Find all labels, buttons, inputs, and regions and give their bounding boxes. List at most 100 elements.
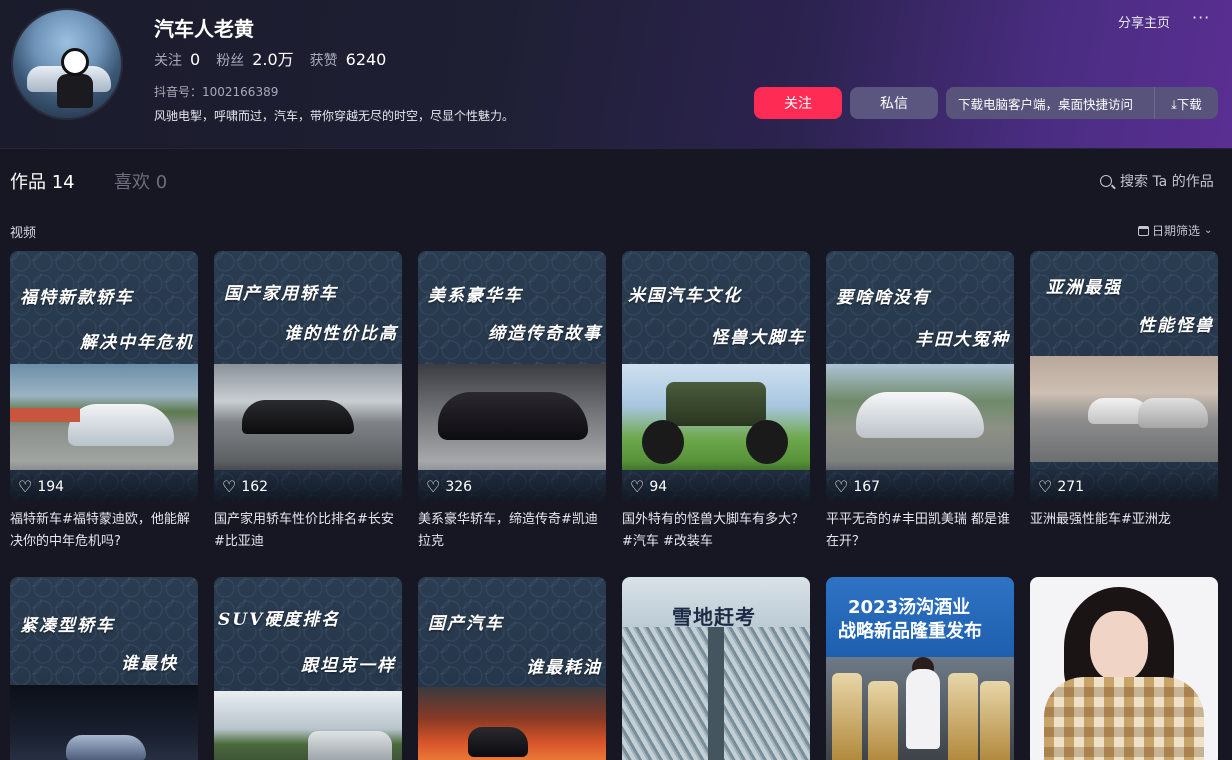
bottle-shape — [948, 673, 978, 760]
date-filter-dropdown[interactable]: 日期筛选 ⌄ — [1138, 222, 1212, 239]
heart-icon: ♡ — [222, 477, 237, 496]
video-title[interactable]: 亚洲最强性能车#亚洲龙 — [1030, 509, 1218, 553]
like-count-value: 94 — [649, 479, 668, 495]
host-figure — [906, 669, 940, 749]
video-photo — [622, 364, 810, 470]
video-title[interactable]: 国外特有的怪兽大脚车有多大？#汽车 #改装车 — [622, 509, 810, 553]
video-thumbnail[interactable]: SUV硬度排名 跟坦克一样 — [214, 577, 402, 760]
download-client-text: 下载电脑客户端，桌面快捷访问 — [958, 96, 1134, 112]
video-thumbnail[interactable]: 国产汽车 谁最耗油 — [418, 577, 606, 760]
video-photo — [418, 687, 606, 760]
video-thumbnail[interactable]: 美系豪华车 缔造传奇故事 ♡ 326 — [418, 251, 606, 501]
heart-icon: ♡ — [426, 477, 441, 496]
thumbnail-caption-top: 米国汽车文化 — [628, 286, 742, 306]
video-card[interactable]: 美系豪华车 缔造传奇故事 ♡ 326 美系豪华轿车，缔造传奇#凯迪拉克 — [418, 251, 606, 553]
video-photo — [214, 364, 402, 470]
photo-person-shirt — [1044, 677, 1204, 760]
video-card[interactable]: 要啥啥没有 丰田大冤种 ♡ 167 平平无奇的#丰田凯美瑞 都是谁在开？ — [826, 251, 1014, 553]
thumbnail-caption-top: 亚洲最强 — [1046, 278, 1122, 298]
video-photo — [418, 364, 606, 470]
video-title[interactable]: 美系豪华轿车，缔造传奇#凯迪拉克 — [418, 509, 606, 553]
video-thumbnail[interactable]: 福特新款轿车 解决中年危机 ♡ 194 — [10, 251, 198, 501]
heart-icon: ♡ — [834, 477, 849, 496]
profile-header: 汽车人老黄 关注 0 粉丝 2.0万 获赞 6240 抖音号：100216638… — [0, 0, 1232, 149]
thumbnail-caption-bottom: 性能怪兽 — [1138, 316, 1214, 336]
download-button[interactable]: ⤓下载 — [1155, 94, 1218, 113]
thumbnail-caption-top: 紧凑型轿车 — [20, 616, 115, 636]
follow-count-label: 关注 — [154, 53, 182, 69]
video-title[interactable]: 国产家用轿车性价比排名#长安 #比亚迪 — [214, 509, 402, 553]
photo-person-face — [1090, 611, 1148, 681]
video-card[interactable]: 福特新款轿车 解决中年危机 ♡ 194 福特新车#福特蒙迪欧，他能解决你的中年危… — [10, 251, 198, 553]
thumbnail-caption-bottom: 丰田大冤种 — [915, 330, 1010, 350]
search-icon — [1100, 175, 1112, 187]
thumbnail-caption-top: 雪地赶考 — [672, 605, 756, 629]
video-card[interactable]: 紧凑型轿车 谁最快 — [10, 577, 198, 760]
douyin-id: 抖音号：1002166389 — [154, 85, 279, 99]
video-card[interactable]: 国产家用轿车 谁的性价比高 ♡ 162 国产家用轿车性价比排名#长安 #比亚迪 — [214, 251, 402, 553]
message-button[interactable]: 私信 — [850, 87, 938, 119]
more-options-icon[interactable]: ··· — [1192, 8, 1210, 27]
share-home-link[interactable]: 分享主页 — [1118, 12, 1170, 31]
video-card[interactable] — [1030, 577, 1218, 760]
thumbnail-caption-bottom: 缔造传奇故事 — [488, 324, 602, 344]
like-count-value: 326 — [445, 479, 473, 495]
like-count: ♡ 271 — [1038, 477, 1085, 496]
search-works-label: 搜索 Ta 的作品 — [1120, 174, 1214, 190]
date-filter-label: 日期筛选 — [1152, 224, 1201, 238]
video-photo — [10, 364, 198, 470]
like-count-value: 271 — [1057, 479, 1085, 495]
profile-name: 汽车人老黄 — [154, 17, 254, 41]
like-count: ♡ 194 — [18, 477, 65, 496]
video-thumbnail[interactable]: 雪地赶考 — [622, 577, 810, 760]
thumbnail-caption-bottom: 解决中年危机 — [80, 333, 194, 353]
profile-bio: 风驰电掣，呼啸而过，汽车，带你穿越无尽的时空，尽显个性魅力。 — [154, 109, 515, 123]
heart-icon: ♡ — [18, 477, 33, 496]
video-card[interactable]: 雪地赶考 — [622, 577, 810, 760]
video-photo-road — [708, 627, 724, 760]
thumbnail-caption-top: 要啥啥没有 — [836, 288, 931, 308]
video-title[interactable]: 平平无奇的#丰田凯美瑞 都是谁在开？ — [826, 509, 1014, 553]
follow-count[interactable]: 0 — [190, 50, 200, 69]
bottle-shape — [832, 673, 862, 760]
video-card[interactable]: 国产汽车 谁最耗油 — [418, 577, 606, 760]
thumbnail-caption-top: 美系豪华车 — [428, 286, 523, 306]
video-card[interactable]: 2023汤沟酒业 战略新品隆重发布 — [826, 577, 1014, 760]
video-thumbnail[interactable]: 亚洲最强 性能怪兽 ♡ 271 — [1030, 251, 1218, 501]
thumbnail-caption-bottom: 谁最快 — [121, 654, 178, 674]
search-works[interactable]: 搜索 Ta 的作品 — [1100, 171, 1214, 191]
video-card[interactable]: 亚洲最强 性能怪兽 ♡ 271 亚洲最强性能车#亚洲龙 — [1030, 251, 1218, 553]
heart-icon: ♡ — [630, 477, 645, 496]
video-thumbnail[interactable]: 米国汽车文化 怪兽大脚车 ♡ 94 — [622, 251, 810, 501]
heart-icon: ♡ — [1038, 477, 1053, 496]
download-client-bar: 下载电脑客户端，桌面快捷访问 ⤓下载 — [946, 87, 1218, 119]
like-count-value: 162 — [241, 479, 269, 495]
fans-count[interactable]: 2.0万 — [252, 46, 293, 70]
likes-count: 6240 — [345, 50, 387, 69]
video-card[interactable]: SUV硬度排名 跟坦克一样 — [214, 577, 402, 760]
like-count: ♡ 94 — [630, 477, 668, 496]
thumbnail-caption-bottom: 跟坦克一样 — [301, 656, 396, 676]
thumbnail-caption-top: 福特新款轿车 — [20, 288, 134, 308]
tab-works[interactable]: 作品 14 — [10, 168, 75, 194]
thumbnail-caption-top: 2023汤沟酒业 — [848, 597, 971, 618]
video-thumbnail[interactable]: 紧凑型轿车 谁最快 — [10, 577, 198, 760]
video-thumbnail[interactable]: 国产家用轿车 谁的性价比高 ♡ 162 — [214, 251, 402, 501]
like-count-value: 194 — [37, 479, 65, 495]
profile-stats: 关注 0 粉丝 2.0万 获赞 6240 — [154, 46, 402, 70]
video-title[interactable]: 福特新车#福特蒙迪欧，他能解决你的中年危机吗? — [10, 509, 198, 553]
bottle-shape — [868, 681, 898, 760]
video-thumbnail[interactable]: 要啥啥没有 丰田大冤种 ♡ 167 — [826, 251, 1014, 501]
chevron-down-icon: ⌄ — [1204, 225, 1213, 236]
avatar-person — [57, 74, 93, 108]
video-thumbnail[interactable]: 2023汤沟酒业 战略新品隆重发布 — [826, 577, 1014, 760]
video-card[interactable]: 米国汽车文化 怪兽大脚车 ♡ 94 国外特有的怪兽大脚车有多大？#汽车 #改装车 — [622, 251, 810, 553]
avatar[interactable] — [11, 8, 123, 120]
video-thumbnail[interactable] — [1030, 577, 1218, 760]
thumbnail-caption-top: 国产汽车 — [428, 614, 504, 634]
follow-button[interactable]: 关注 — [754, 87, 842, 119]
like-count: ♡ 167 — [834, 477, 880, 496]
tab-likes[interactable]: 喜欢 0 — [114, 168, 167, 194]
likes-count-label: 获赞 — [309, 53, 338, 69]
thumbnail-caption-bottom: 战略新品隆重发布 — [838, 621, 982, 642]
